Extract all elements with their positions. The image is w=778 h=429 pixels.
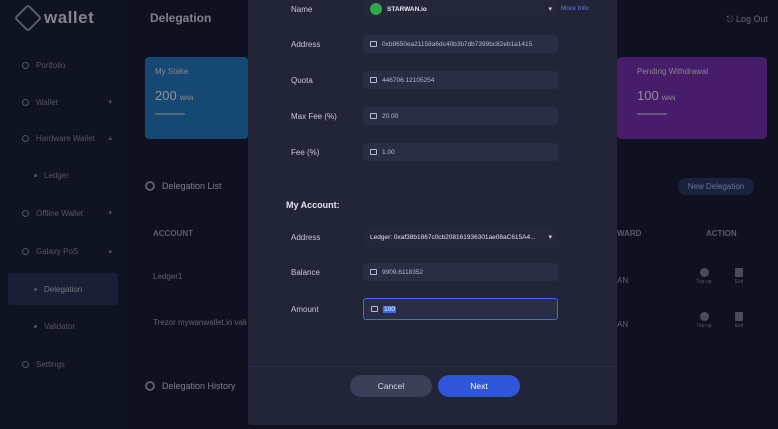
field-icon [370, 269, 377, 275]
next-button[interactable]: Next [438, 375, 520, 397]
balance-label: Balance [291, 268, 320, 277]
amount-label: Amount [291, 305, 319, 314]
account-address-label: Address [291, 233, 321, 242]
account-address-select[interactable]: Ledger: 0xaf38b1867c0cb208161936301ae08a… [363, 228, 558, 246]
max-fee-label: Max Fee (%) [291, 112, 337, 121]
fee-label: Fee (%) [291, 148, 320, 157]
amount-input[interactable]: 100 [363, 298, 558, 320]
validator-logo-icon [370, 3, 382, 15]
validator-address-field: 0xb9650ea21158a6dc40b3b7db7399bc82eb1a14… [363, 35, 558, 53]
field-icon [370, 77, 377, 83]
delegation-modal: Name STARWAN.io ▾ More Info Address 0xb9… [248, 0, 617, 425]
field-icon [370, 149, 377, 155]
validator-address-label: Address [291, 40, 321, 49]
field-icon [371, 306, 378, 312]
balance-field: 9909.6118352 [363, 263, 558, 281]
cancel-button[interactable]: Cancel [350, 375, 432, 397]
app-root: wallet Portfolio Wallet ▾ Hardware Walle… [0, 0, 778, 429]
field-icon [370, 113, 377, 119]
max-fee-field: 20.00 [363, 107, 558, 125]
my-account-heading: My Account: [286, 200, 340, 210]
quota-label: Quota [291, 76, 313, 85]
chevron-down-icon: ▾ [548, 6, 552, 13]
validator-select[interactable]: STARWAN.io ▾ [363, 0, 558, 18]
validator-name-label: Name [291, 5, 313, 14]
quota-field: 446706.12105254 [363, 71, 558, 89]
modal-divider [248, 366, 617, 367]
copy-icon [370, 41, 377, 47]
chevron-down-icon: ▾ [548, 234, 552, 241]
fee-field: 1.00 [363, 143, 558, 161]
more-info-link[interactable]: More Info [561, 5, 588, 12]
